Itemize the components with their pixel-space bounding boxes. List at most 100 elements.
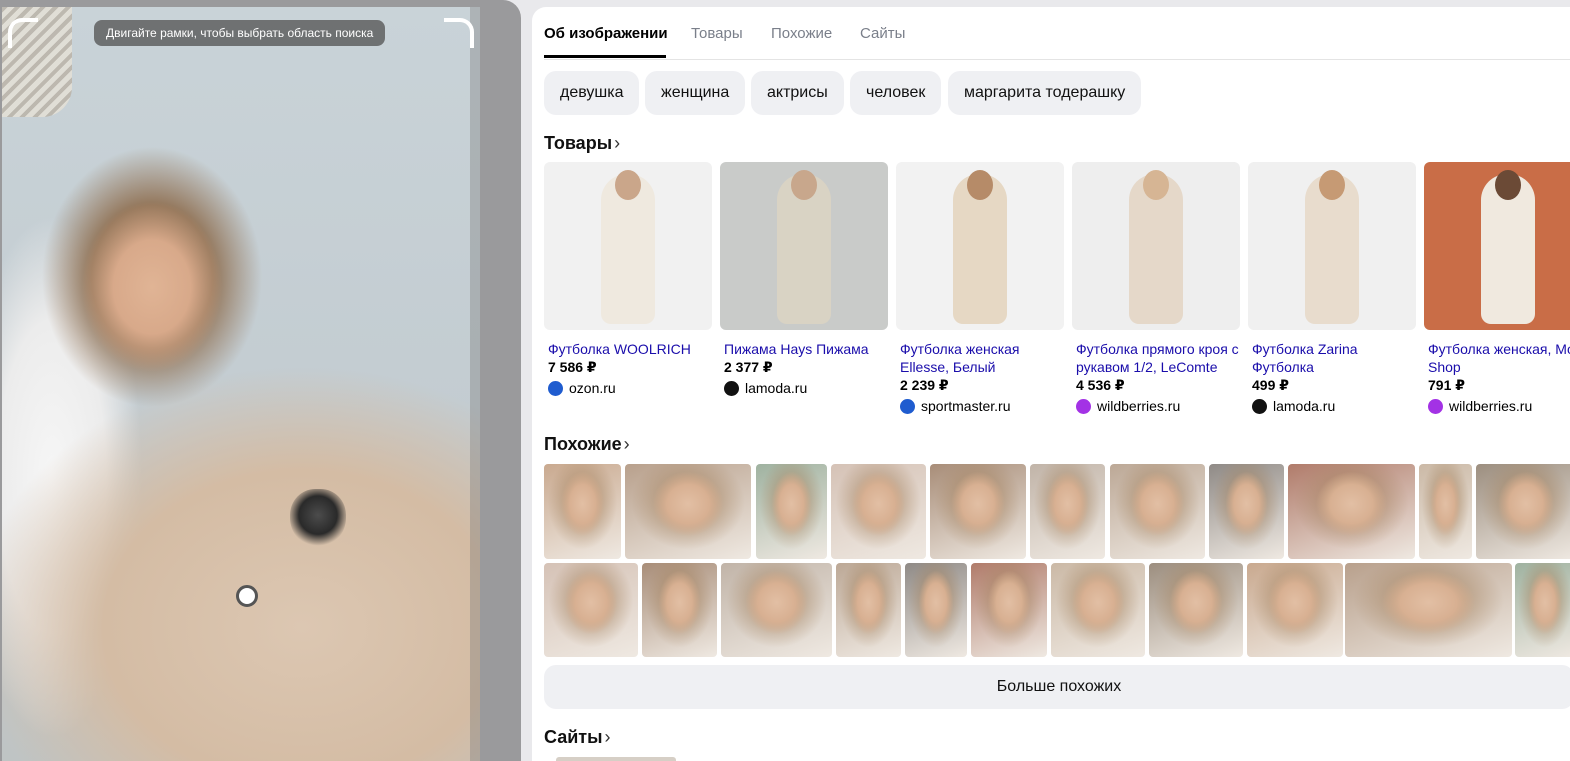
results-panel: Об изображении Товары Похожие Сайты деву… (532, 7, 1570, 761)
store-name: lamoda.ru (745, 380, 808, 396)
similar-image-thumbnail[interactable] (1476, 464, 1570, 559)
similar-image-thumbnail[interactable] (721, 563, 832, 657)
product-store[interactable]: ozon.ru (548, 379, 712, 397)
crop-hint-tooltip: Двигайте рамки, чтобы выбрать область по… (94, 20, 386, 46)
products-section-label: Товары (544, 133, 613, 153)
chevron-right-icon: › (604, 727, 611, 747)
tab-similar[interactable]: Похожие (771, 25, 832, 42)
site-result-thumbnail[interactable] (556, 757, 676, 761)
sportmaster-icon (900, 398, 915, 414)
similar-image-thumbnail[interactable] (1209, 464, 1284, 559)
shirt-print (290, 489, 346, 547)
product-card[interactable]: Футболка женская, Moss Shop791 ₽ wildberr… (1424, 162, 1570, 415)
tag-chip[interactable]: девушка (544, 71, 640, 115)
lamoda-icon (724, 380, 739, 396)
crop-dim-strip (470, 7, 480, 761)
product-image[interactable] (1072, 162, 1240, 330)
similar-image-thumbnail[interactable] (756, 464, 827, 559)
results-tabs: Об изображении Товары Похожие Сайты (544, 7, 1570, 60)
similar-image-thumbnail[interactable] (1515, 563, 1570, 657)
ozon-icon (548, 380, 563, 396)
product-price: 2 377 ₽ (724, 359, 773, 375)
similar-image-thumbnail[interactable] (544, 563, 638, 657)
product-model-head (615, 170, 641, 200)
product-model-head (1495, 170, 1521, 200)
product-image[interactable] (1248, 162, 1416, 330)
product-price: 791 ₽ (1428, 377, 1465, 393)
tag-chip[interactable]: актрисы (751, 71, 844, 115)
product-card[interactable]: Футболка прямого кроя с рукавом 1/2, LeC… (1072, 162, 1240, 415)
store-name: wildberries.ru (1449, 398, 1533, 414)
product-title[interactable]: Футболка Zarina Футболка (1252, 340, 1416, 376)
product-model-head (1143, 170, 1169, 200)
similar-section-title[interactable]: Похожие › (544, 434, 630, 455)
product-store[interactable]: sportmaster.ru (900, 397, 1064, 415)
product-title[interactable]: Футболка прямого кроя с рукавом 1/2, LeC… (1076, 340, 1240, 376)
tab-sites[interactable]: Сайты (860, 25, 905, 42)
more-similar-button[interactable]: Больше похожих (544, 665, 1570, 709)
similar-image-thumbnail[interactable] (1149, 563, 1243, 657)
similar-image-thumbnail[interactable] (1247, 563, 1343, 657)
product-price: 4 536 ₽ (1076, 377, 1125, 393)
similar-image-thumbnail[interactable] (1110, 464, 1205, 559)
crop-handle-top-right[interactable] (444, 18, 474, 48)
product-card[interactable]: Футболка WOOLRICH 7 586 ₽ ozon.ru (544, 162, 712, 397)
product-card[interactable]: Футболка женская Ellesse, Белый 2 239 ₽ sp… (896, 162, 1064, 415)
product-model-head (791, 170, 817, 200)
product-store[interactable]: lamoda.ru (724, 379, 888, 397)
product-title[interactable]: Футболка женская, Moss Shop (1428, 340, 1570, 376)
chevron-right-icon: › (614, 133, 621, 153)
wildberries-icon (1428, 398, 1443, 414)
store-name: ozon.ru (569, 380, 616, 396)
product-price: 499 ₽ (1252, 377, 1289, 393)
product-model-head (967, 170, 993, 200)
similar-image-thumbnail[interactable] (625, 464, 751, 559)
similar-image-thumbnail[interactable] (642, 563, 717, 657)
similar-image-thumbnail[interactable] (1288, 464, 1415, 559)
product-store[interactable]: wildberries.ru (1076, 397, 1240, 415)
wildberries-icon (1076, 398, 1091, 414)
product-title[interactable]: Пижама Hays Пижама (724, 340, 888, 358)
sites-section-title[interactable]: Сайты › (544, 727, 610, 748)
store-name: wildberries.ru (1097, 398, 1181, 414)
crop-handle-top-left[interactable] (8, 18, 38, 48)
product-image[interactable] (720, 162, 888, 330)
tag-chip[interactable]: женщина (645, 71, 746, 115)
active-tab-indicator (544, 55, 666, 58)
product-card[interactable]: Пижама Hays Пижама 2 377 ₽ lamoda.ru (720, 162, 888, 397)
similar-image-thumbnail[interactable] (1419, 464, 1472, 559)
chevron-right-icon: › (623, 434, 630, 454)
object-focus-dot[interactable] (236, 585, 258, 607)
tag-chip[interactable]: человек (850, 71, 942, 115)
product-model-head (1319, 170, 1345, 200)
similar-image-thumbnail[interactable] (544, 464, 621, 559)
similar-section-label: Похожие (544, 434, 622, 454)
uploaded-photo (2, 7, 480, 761)
products-section-title[interactable]: Товары › (544, 133, 620, 154)
similar-image-thumbnail[interactable] (1030, 464, 1105, 559)
similar-image-thumbnail[interactable] (1345, 563, 1512, 657)
product-card[interactable]: Футболка Zarina Футболка 499 ₽ lamoda.ru (1248, 162, 1416, 415)
product-store[interactable]: wildberries.ru (1428, 397, 1570, 415)
product-title[interactable]: Футболка женская Ellesse, Белый (900, 340, 1064, 376)
product-title[interactable]: Футболка WOOLRICH (548, 340, 712, 358)
similar-image-thumbnail[interactable] (905, 563, 967, 657)
tag-chip[interactable]: маргарита тодерашку (948, 71, 1142, 115)
similar-image-thumbnail[interactable] (1051, 563, 1145, 657)
product-image[interactable] (544, 162, 712, 330)
image-preview-panel: Двигайте рамки, чтобы выбрать область по… (0, 0, 521, 761)
store-name: lamoda.ru (1273, 398, 1336, 414)
similar-image-thumbnail[interactable] (930, 464, 1026, 559)
similar-image-thumbnail[interactable] (971, 563, 1047, 657)
sites-section-label: Сайты (544, 727, 603, 747)
product-image[interactable] (896, 162, 1064, 330)
product-image[interactable] (1424, 162, 1570, 330)
tab-products[interactable]: Товары (691, 25, 743, 42)
similar-image-thumbnail[interactable] (831, 464, 926, 559)
product-store[interactable]: lamoda.ru (1252, 397, 1416, 415)
similar-image-thumbnail[interactable] (836, 563, 901, 657)
store-name: sportmaster.ru (921, 398, 1011, 414)
product-price: 2 239 ₽ (900, 377, 949, 393)
tab-about-image[interactable]: Об изображении (544, 25, 668, 42)
lamoda-icon (1252, 398, 1267, 414)
